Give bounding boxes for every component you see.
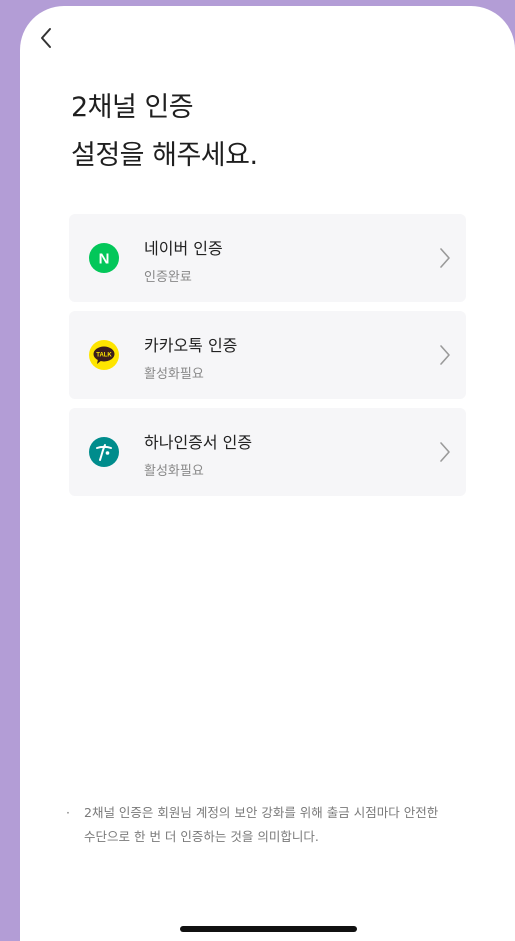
kakaotalk-auth-status: 활성화필요 (144, 367, 204, 382)
kakaotalk-icon: TALK (89, 340, 119, 370)
chevron-left-icon (41, 28, 51, 48)
page-title-line2: 설정을 해주세요. (71, 140, 258, 171)
notice-bullet: · (66, 805, 70, 820)
hana-auth-item[interactable]: 하나인증서 인증 활성화필요 (69, 408, 466, 496)
chevron-right-icon (440, 345, 450, 365)
naver-icon: N (89, 243, 119, 273)
naver-auth-status: 인증완료 (144, 270, 192, 285)
kakaotalk-auth-title: 카카오톡 인증 (144, 336, 238, 355)
hana-auth-title: 하나인증서 인증 (144, 433, 253, 452)
phone-screen: 2채널 인증 설정을 해주세요. N 네이버 인증 인증완료 TALK 카카오톡… (20, 6, 515, 941)
naver-auth-title: 네이버 인증 (144, 239, 223, 258)
back-button[interactable] (32, 24, 60, 52)
naver-icon-letter: N (99, 251, 110, 268)
auth-method-list: N 네이버 인증 인증완료 TALK 카카오톡 인증 활성화필요 하나인증서 인… (69, 214, 466, 505)
kakaotalk-icon-letter: TALK (96, 352, 112, 358)
page-title: 2채널 인증 설정을 해주세요. (71, 84, 258, 180)
hana-icon (89, 437, 119, 467)
notice-text: 2채널 인증은 회원님 계정의 보안 강화를 위해 출금 시점마다 안전한 수단… (84, 805, 439, 844)
page-title-line1: 2채널 인증 (71, 92, 194, 123)
naver-auth-item[interactable]: N 네이버 인증 인증완료 (69, 214, 466, 302)
chevron-right-icon (440, 442, 450, 462)
notice: · 2채널 인증은 회원님 계정의 보안 강화를 위해 출금 시점마다 안전한 … (66, 801, 446, 849)
hana-auth-status: 활성화필요 (144, 464, 204, 479)
home-indicator[interactable] (180, 926, 357, 932)
kakaotalk-auth-item[interactable]: TALK 카카오톡 인증 활성화필요 (69, 311, 466, 399)
chevron-right-icon (440, 248, 450, 268)
